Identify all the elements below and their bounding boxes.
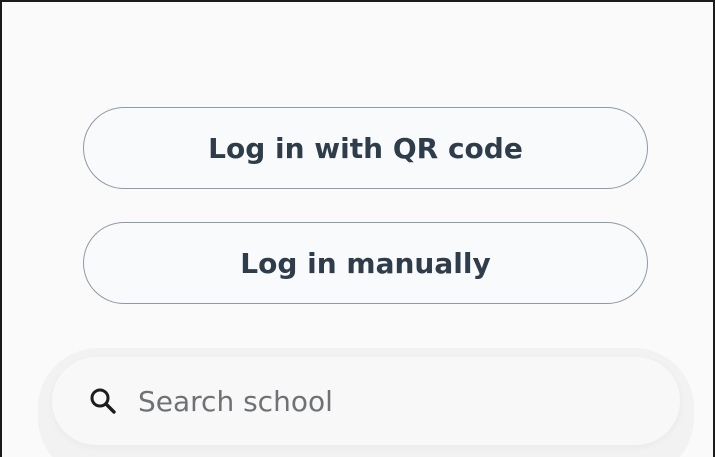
login-qr-button[interactable]: Log in with QR code (83, 107, 648, 189)
search-school-field[interactable]: Search school (52, 357, 680, 445)
login-manual-button[interactable]: Log in manually (83, 222, 648, 304)
login-screen: Log in with QR code Log in manually Sear… (0, 0, 715, 457)
search-placeholder: Search school (138, 384, 333, 418)
search-icon (88, 386, 118, 416)
